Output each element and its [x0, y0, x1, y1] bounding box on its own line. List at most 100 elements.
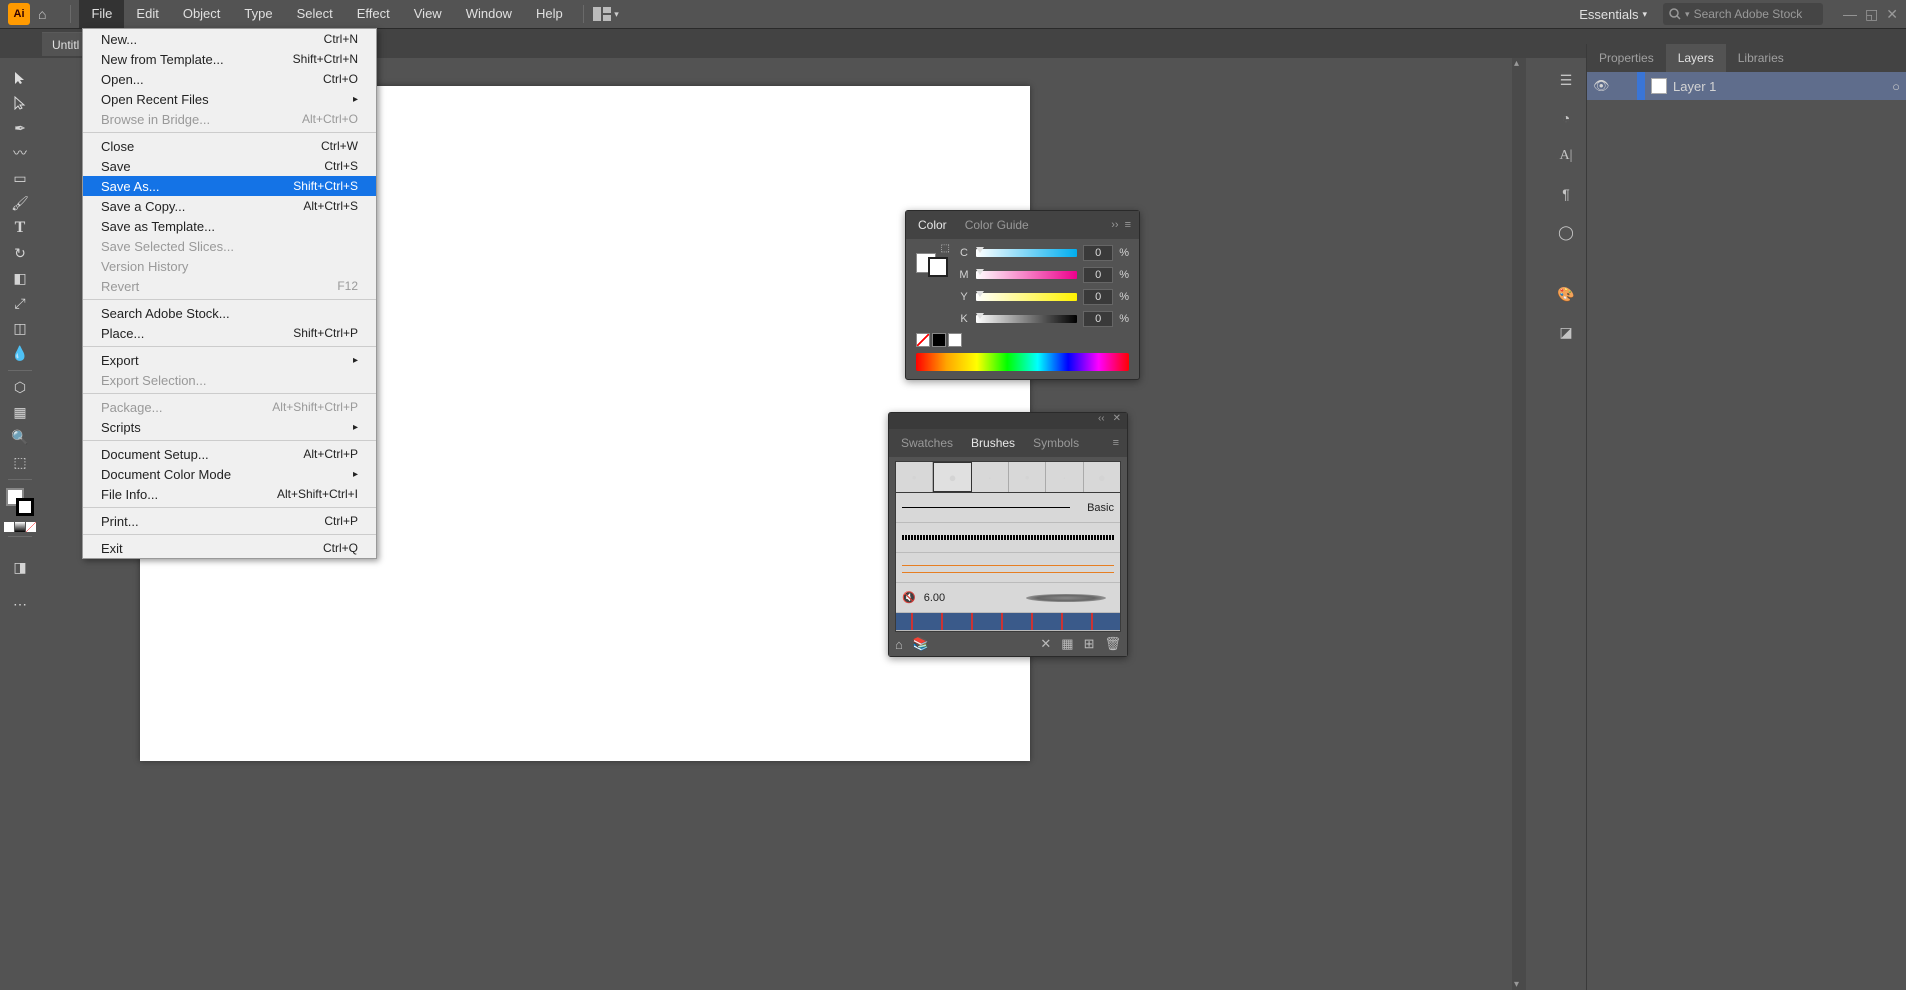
- layer-name[interactable]: Layer 1: [1673, 79, 1716, 94]
- pen-tool[interactable]: ✒: [4, 116, 36, 140]
- tab-layers[interactable]: Layers: [1666, 44, 1726, 72]
- workspace-switcher[interactable]: Essentials▾: [1571, 3, 1655, 26]
- color-icon[interactable]: 🎨: [1554, 282, 1578, 306]
- tab-libraries[interactable]: Libraries: [1726, 44, 1796, 72]
- edit-toolbar[interactable]: ⋯: [4, 592, 36, 616]
- brush-thumb[interactable]: •: [1009, 462, 1046, 492]
- artboard-tool[interactable]: ▦: [4, 400, 36, 424]
- pathfinder-icon[interactable]: ◪: [1554, 320, 1578, 344]
- brush-thumb[interactable]: ·: [972, 462, 1009, 492]
- arrange-documents-icon[interactable]: ▾: [592, 3, 620, 25]
- appearance-icon[interactable]: ◔: [1554, 106, 1578, 130]
- menu-help[interactable]: Help: [524, 0, 575, 28]
- white-swatch[interactable]: [948, 333, 962, 347]
- tab-symbols[interactable]: Symbols: [1029, 436, 1083, 450]
- eyedropper-tool[interactable]: 💧: [4, 341, 36, 365]
- none-swatch[interactable]: [916, 333, 930, 347]
- brush-thumb[interactable]: ●: [1084, 462, 1120, 492]
- tab-color-guide[interactable]: Color Guide: [961, 218, 1033, 232]
- layer-row[interactable]: 👁 Layer 1 ○: [1587, 72, 1906, 100]
- collapse-icon[interactable]: ‹‹: [1098, 413, 1105, 429]
- color-spectrum[interactable]: [916, 353, 1129, 371]
- close-icon[interactable]: ✕: [1113, 413, 1121, 429]
- panel-menu-icon[interactable]: ≡: [1113, 437, 1119, 449]
- color-slider-c[interactable]: C%: [958, 245, 1129, 261]
- vertical-scrollbar[interactable]: [1512, 58, 1526, 990]
- color-slider-m[interactable]: M%: [958, 267, 1129, 283]
- file-menu-item[interactable]: SaveCtrl+S: [83, 156, 376, 176]
- options-icon[interactable]: ▦: [1061, 636, 1073, 652]
- remove-stroke-icon[interactable]: ✕: [1040, 636, 1051, 652]
- search-stock-input[interactable]: ▾ Search Adobe Stock: [1663, 3, 1823, 25]
- color-value-input[interactable]: [1083, 311, 1113, 327]
- menu-object[interactable]: Object: [171, 0, 233, 28]
- file-menu-item[interactable]: New from Template...Shift+Ctrl+N: [83, 49, 376, 69]
- file-menu-item[interactable]: CloseCtrl+W: [83, 136, 376, 156]
- new-brush-icon[interactable]: ⊞: [1084, 636, 1095, 652]
- paintbrush-tool[interactable]: 🖌: [4, 191, 36, 215]
- rectangle-tool[interactable]: ▭: [4, 166, 36, 190]
- brush-item-border[interactable]: [896, 553, 1120, 583]
- file-menu-item[interactable]: New...Ctrl+N: [83, 29, 376, 49]
- file-menu-item[interactable]: ExitCtrl+Q: [83, 538, 376, 558]
- panel-menu-icon[interactable]: ☰: [1554, 68, 1578, 92]
- tab-swatches[interactable]: Swatches: [897, 436, 957, 450]
- tab-properties[interactable]: Properties: [1587, 44, 1666, 72]
- black-swatch[interactable]: [932, 333, 946, 347]
- brush-thumb[interactable]: ●: [933, 462, 971, 492]
- gradient-tool[interactable]: ◫: [4, 316, 36, 340]
- file-menu-item[interactable]: Print...Ctrl+P: [83, 511, 376, 531]
- file-menu-item[interactable]: Open Recent Files▸: [83, 89, 376, 109]
- panel-menu-icon[interactable]: ≡: [1125, 219, 1131, 231]
- close-icon[interactable]: ✕: [1886, 6, 1898, 23]
- color-mode-buttons[interactable]: [4, 522, 36, 532]
- delete-icon[interactable]: 🗑: [1104, 636, 1121, 652]
- menu-window[interactable]: Window: [454, 0, 524, 28]
- color-value-input[interactable]: [1083, 267, 1113, 283]
- file-menu-item[interactable]: Open...Ctrl+O: [83, 69, 376, 89]
- transform-icon[interactable]: ◯: [1554, 220, 1578, 244]
- file-menu-item[interactable]: Save a Copy...Alt+Ctrl+S: [83, 196, 376, 216]
- brush-item-basic[interactable]: Basic: [896, 493, 1120, 523]
- file-menu-item[interactable]: Search Adobe Stock...: [83, 303, 376, 323]
- home-icon[interactable]: ⌂: [38, 6, 46, 22]
- menu-view[interactable]: View: [402, 0, 454, 28]
- file-menu-item[interactable]: File Info...Alt+Shift+Ctrl+I: [83, 484, 376, 504]
- eraser-tool[interactable]: ◧: [4, 266, 36, 290]
- character-icon[interactable]: A|: [1554, 144, 1578, 168]
- color-value-input[interactable]: [1083, 289, 1113, 305]
- file-menu-item[interactable]: Scripts▸: [83, 417, 376, 437]
- color-slider-y[interactable]: Y%: [958, 289, 1129, 305]
- color-slider-k[interactable]: K%: [958, 311, 1129, 327]
- menu-edit[interactable]: Edit: [124, 0, 170, 28]
- paragraph-icon[interactable]: ¶: [1554, 182, 1578, 206]
- brush-item-rough[interactable]: [896, 523, 1120, 553]
- brush-options-icon[interactable]: 📚: [913, 636, 929, 652]
- tab-brushes[interactable]: Brushes: [967, 436, 1019, 450]
- fill-stroke-control[interactable]: [6, 488, 34, 516]
- target-icon[interactable]: ○: [1892, 79, 1900, 94]
- shape-builder-tool[interactable]: ⬡: [4, 375, 36, 399]
- minimize-icon[interactable]: —: [1843, 6, 1857, 23]
- menu-select[interactable]: Select: [285, 0, 345, 28]
- zoom-tool[interactable]: 🔍: [4, 425, 36, 449]
- tab-color[interactable]: Color: [914, 218, 951, 232]
- file-menu-item[interactable]: Place...Shift+Ctrl+P: [83, 323, 376, 343]
- menu-effect[interactable]: Effect: [345, 0, 402, 28]
- rotate-tool[interactable]: ↻: [4, 241, 36, 265]
- draw-mode[interactable]: ◨: [4, 555, 36, 579]
- menu-type[interactable]: Type: [232, 0, 284, 28]
- file-menu-item[interactable]: Export▸: [83, 350, 376, 370]
- brush-thumb[interactable]: •: [896, 462, 933, 492]
- curvature-tool[interactable]: 〰: [4, 141, 36, 165]
- visibility-icon[interactable]: 👁: [1593, 78, 1609, 94]
- file-menu-item[interactable]: Document Setup...Alt+Ctrl+P: [83, 444, 376, 464]
- selection-tool[interactable]: [4, 66, 36, 90]
- fill-stroke-swatch[interactable]: ⬚: [916, 245, 948, 327]
- brush-item-pattern[interactable]: [896, 613, 1120, 631]
- file-menu-item[interactable]: Save As...Shift+Ctrl+S: [83, 176, 376, 196]
- swatch-shortcuts[interactable]: [906, 333, 1139, 351]
- direct-selection-tool[interactable]: [4, 91, 36, 115]
- maximize-icon[interactable]: ◱: [1865, 6, 1878, 23]
- file-menu-item[interactable]: Document Color Mode▸: [83, 464, 376, 484]
